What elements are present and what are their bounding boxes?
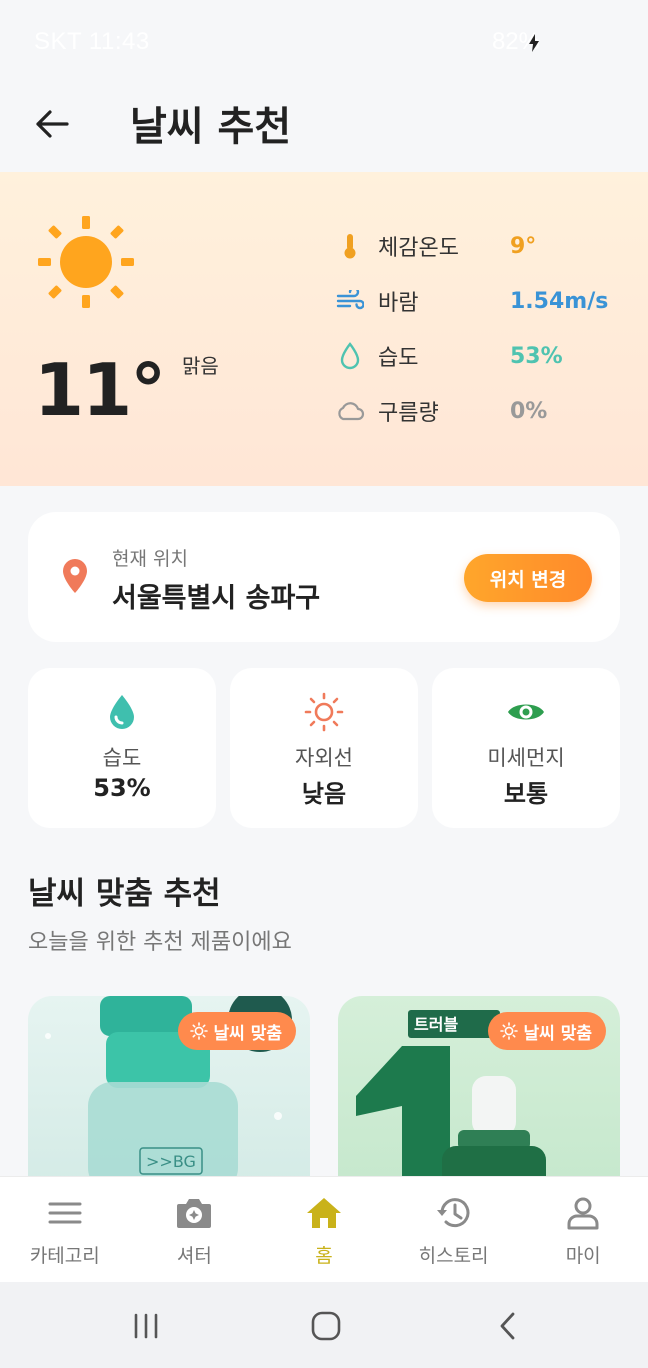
- metric-value: 53%: [510, 343, 563, 369]
- product-label-text: >>BG: [146, 1152, 196, 1171]
- droplet-icon: [340, 342, 360, 370]
- metric-label: 습도: [378, 346, 419, 371]
- history-icon: [436, 1198, 470, 1228]
- sun-icon: [189, 1022, 208, 1040]
- stat-label: 자외선: [295, 746, 353, 770]
- nav-home[interactable]: 홈: [259, 1177, 389, 1282]
- weather-match-badge: 날씨 맞춤: [177, 1012, 296, 1050]
- back-button[interactable]: [28, 100, 76, 148]
- current-temperature: 11°: [34, 348, 166, 432]
- metric-cloud: 구름량 0%: [334, 391, 547, 431]
- nav-label: 셔터: [176, 1245, 212, 1267]
- metric-feels-like: 체감온도 9°: [334, 226, 536, 266]
- droplet-icon: [110, 695, 134, 729]
- product-card[interactable]: >>BG 날씨 맞춤: [28, 996, 310, 1186]
- wind-icon: [336, 290, 364, 310]
- section-subtitle: 오늘을 위한 추천 제품이에요: [28, 930, 292, 955]
- weather-summary: 11° 맑음 체감온도 9° 바람 1.54m/s 습도 53% 구름량 0%: [0, 172, 648, 486]
- location-value: 서울특별시 송파구: [112, 583, 321, 614]
- nav-history[interactable]: 히스토리: [389, 1177, 519, 1282]
- sun-icon: [499, 1022, 518, 1040]
- nav-my[interactable]: 마이: [518, 1177, 648, 1282]
- system-navigation: [0, 1282, 648, 1368]
- nav-label: 마이: [565, 1245, 601, 1267]
- weather-condition: 맑음: [182, 354, 219, 378]
- stat-value: 낮음: [301, 780, 347, 808]
- thermometer-icon: [344, 234, 356, 259]
- home-icon: [306, 1198, 341, 1228]
- metric-wind: 바람 1.54m/s: [334, 281, 608, 321]
- camera-icon: [177, 1199, 212, 1228]
- stat-label: 습도: [102, 746, 142, 770]
- metric-label: 구름량: [378, 401, 439, 426]
- home-circle-icon: [311, 1311, 341, 1341]
- badge-label: 날씨 맞춤: [213, 1023, 282, 1044]
- metric-humidity: 습도 53%: [334, 336, 563, 376]
- nav-label: 히스토리: [418, 1245, 489, 1267]
- stat-value: 53%: [93, 774, 151, 802]
- eye-icon: [508, 704, 544, 720]
- location-pin-icon: [63, 559, 87, 593]
- nav-shutter[interactable]: 셔터: [130, 1177, 260, 1282]
- stat-card-fine-dust: 미세먼지 보통: [432, 668, 620, 828]
- metric-value: 1.54m/s: [510, 288, 609, 314]
- nav-label: 홈: [315, 1245, 333, 1267]
- cloud-icon: [338, 402, 365, 421]
- change-location-button[interactable]: 위치 변경: [464, 554, 592, 602]
- charging-icon: [529, 34, 539, 52]
- metric-label: 바람: [378, 291, 419, 316]
- metric-value: 0%: [510, 398, 548, 424]
- home-system-button[interactable]: [302, 1304, 350, 1348]
- chevron-left-icon: [500, 1312, 515, 1340]
- back-system-button[interactable]: [484, 1304, 532, 1348]
- location-card: 현재 위치 서울특별시 송파구 위치 변경: [28, 512, 620, 642]
- nav-label: 카테고리: [29, 1245, 100, 1267]
- weather-match-badge: 날씨 맞춤: [487, 1012, 606, 1050]
- status-bar: SKT 11:43 82%: [0, 0, 648, 86]
- sun-icon: [304, 692, 344, 732]
- product-card[interactable]: 트러블 날씨 맞춤: [338, 996, 620, 1186]
- section-title: 날씨 맞춤 추천: [28, 876, 221, 912]
- menu-icon: [48, 1202, 82, 1224]
- location-label: 현재 위치: [112, 548, 188, 570]
- person-icon: [567, 1197, 599, 1230]
- sun-icon: [38, 216, 134, 308]
- stat-card-uv: 자외선 낮음: [230, 668, 418, 828]
- stat-card-humidity: 습도 53%: [28, 668, 216, 828]
- recent-apps-icon: [134, 1313, 158, 1339]
- nav-category[interactable]: 카테고리: [0, 1177, 130, 1282]
- recent-apps-button[interactable]: [122, 1304, 170, 1348]
- badge-label: 날씨 맞춤: [523, 1023, 592, 1044]
- back-arrow-icon: [36, 110, 69, 138]
- app-bar: 날씨 추천: [0, 86, 648, 172]
- metric-label: 체감온도: [378, 236, 459, 261]
- status-carrier-time: SKT 11:43: [34, 28, 150, 55]
- product-label-text: 트러블: [414, 1015, 458, 1034]
- stat-label: 미세먼지: [487, 746, 565, 770]
- bottom-navigation: 카테고리 셔터 홈 히스토리 마이: [0, 1176, 648, 1282]
- stat-value: 보통: [503, 780, 549, 808]
- metric-value: 9°: [510, 233, 537, 259]
- page-title: 날씨 추천: [130, 104, 292, 150]
